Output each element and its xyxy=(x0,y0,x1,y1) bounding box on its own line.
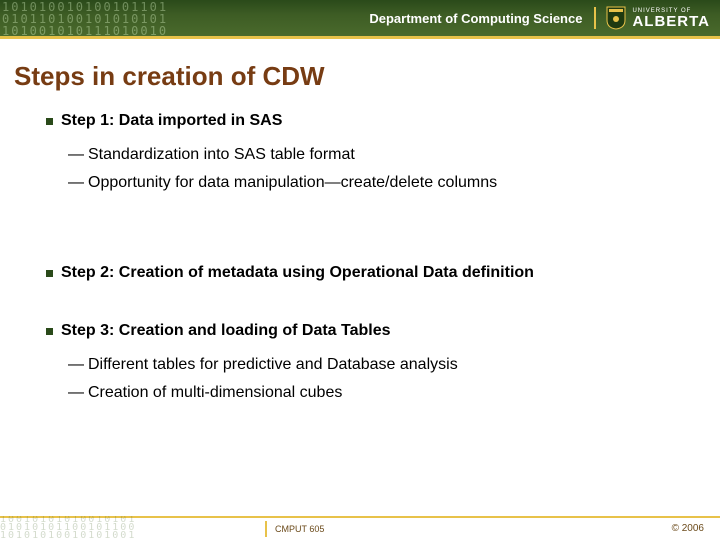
dash-bullet-icon: — xyxy=(68,174,84,192)
header-divider xyxy=(594,7,596,29)
step-heading: Step 3: Creation and loading of Data Tab… xyxy=(46,322,720,340)
step-heading: Step 1: Data imported in SAS xyxy=(46,112,720,130)
step-sub-list: — Standardization into SAS table format … xyxy=(46,130,720,220)
footer-course-code: CMPUT 605 xyxy=(275,524,324,534)
step-heading-text: Step 1: Data imported in SAS xyxy=(61,112,282,130)
sub-item: — Different tables for predictive and Da… xyxy=(68,356,720,374)
square-bullet-icon xyxy=(46,328,53,335)
footer-bar: 10010101010010101 01010101100101100 1010… xyxy=(0,516,720,540)
square-bullet-icon xyxy=(46,118,53,125)
logo-text: UNIVERSITY OF ALBERTA xyxy=(632,8,710,29)
department-label: Department of Computing Science xyxy=(369,11,582,26)
step-sub-list: — Different tables for predictive and Da… xyxy=(46,340,720,430)
shield-icon xyxy=(606,6,626,30)
step-heading-text: Step 3: Creation and loading of Data Tab… xyxy=(61,322,391,340)
slide-content: Step 1: Data imported in SAS — Standardi… xyxy=(0,92,720,430)
sub-item-text: Standardization into SAS table format xyxy=(88,146,355,164)
dash-bullet-icon: — xyxy=(68,356,84,374)
university-logo: UNIVERSITY OF ALBERTA xyxy=(606,6,710,30)
logo-alberta: ALBERTA xyxy=(632,14,710,29)
sub-item: — Opportunity for data manipulation—crea… xyxy=(68,174,720,192)
dash-bullet-icon: — xyxy=(68,146,84,164)
square-bullet-icon xyxy=(46,270,53,277)
sub-item-text: Creation of multi-dimensional cubes xyxy=(88,384,342,402)
sub-item: — Standardization into SAS table format xyxy=(68,146,720,164)
sub-item-text: Opportunity for data manipulation—create… xyxy=(88,174,497,192)
footer-divider xyxy=(265,521,267,537)
footer-copyright: © 2006 xyxy=(672,523,704,534)
sub-item-text: Different tables for predictive and Data… xyxy=(88,356,458,374)
header-bar: 101010010100101101 010110100101010101 10… xyxy=(0,0,720,36)
footer-binary-bg: 10010101010010101 01010101100101100 1010… xyxy=(0,516,170,540)
sub-item: — Creation of multi-dimensional cubes xyxy=(68,384,720,402)
step-heading-text: Step 2: Creation of metadata using Opera… xyxy=(61,264,534,282)
dash-bullet-icon: — xyxy=(68,384,84,402)
slide-title: Steps in creation of CDW xyxy=(0,39,720,92)
header-binary-bg: 101010010100101101 010110100101010101 10… xyxy=(0,0,260,36)
step-heading: Step 2: Creation of metadata using Opera… xyxy=(46,264,720,282)
